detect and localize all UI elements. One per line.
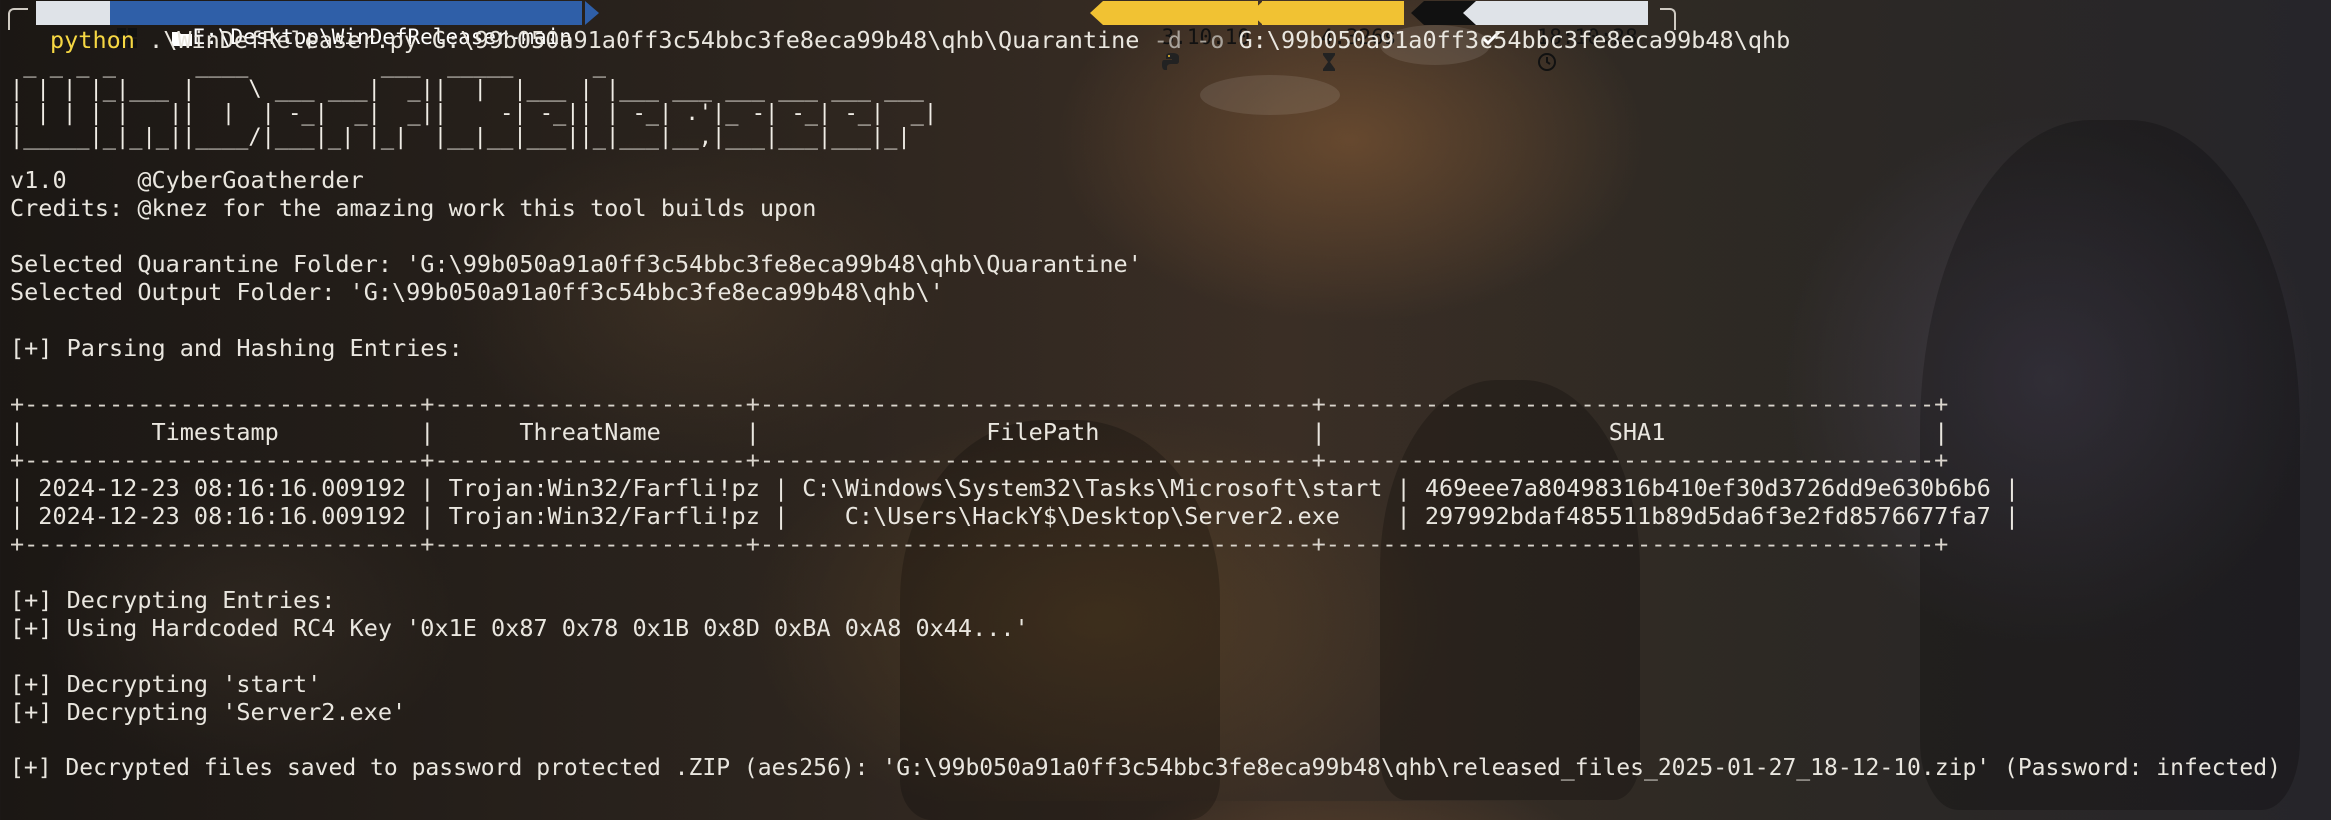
command-flag-o: -o xyxy=(1196,26,1225,54)
prompt-corner-left xyxy=(8,8,28,30)
table-border-mid: +----------------------------+----------… xyxy=(10,446,1949,474)
command-output-arg: G:\99b050a91a0ff3c54bbc3fe8eca99b48\qhb xyxy=(1238,26,1791,54)
saved-line: [+] Decrypted files saved to password pr… xyxy=(10,755,2281,781)
python-separator xyxy=(1090,1,1103,25)
table-row: | 2024-12-23 08:16:16.009192 | Trojan:Wi… xyxy=(10,502,2020,530)
decrypting-start-line: [+] Decrypting 'start' xyxy=(10,670,322,698)
prompt-bar: E:\Desktop\WinDefReleaser-main 3.10.10 4… xyxy=(0,0,2331,71)
table-row: | 2024-12-23 08:16:16.009192 | Trojan:Wi… xyxy=(10,474,2020,502)
command-flag-d: -d xyxy=(1153,26,1182,54)
parsing-line: [+] Parsing and Hashing Entries: xyxy=(10,334,463,362)
background-figure xyxy=(1920,120,2300,810)
time-segment: 18:10:28 xyxy=(1476,1,1648,71)
os-segment xyxy=(36,1,137,48)
path-segment: E:\Desktop\WinDefReleaser-main xyxy=(110,1,582,49)
banner-line-4: |_____|_|_|_||____/|___|_| |_| |__|__|__… xyxy=(10,125,911,150)
path-separator xyxy=(585,1,599,25)
command-quarantine-arg: G:\99b050a91a0ff3c54bbc3fe8eca99b48\qhb\… xyxy=(432,26,1140,54)
credits-line: Credits: @knez for the amazing work this… xyxy=(10,194,817,222)
status-separator xyxy=(1411,1,1424,25)
decrypting-server-line: [+] Decrypting 'Server2.exe' xyxy=(10,698,407,726)
table-header-row: | Timestamp | ThreatName | FilePath | SH… xyxy=(10,418,1949,446)
python-segment: 3.10.10 xyxy=(1103,1,1259,70)
version-line: v1.0 @CyberGoatherder xyxy=(10,166,364,194)
decrypting-entries-line: [+] Decrypting Entries: xyxy=(10,586,336,614)
python-icon xyxy=(1161,53,1179,70)
table-border-top: +----------------------------+----------… xyxy=(10,390,1949,418)
command-script: .\WinDefReleaser.py xyxy=(149,26,418,54)
duration-segment: 4.326s xyxy=(1262,1,1405,71)
hourglass-icon xyxy=(1322,53,1335,71)
author: @CyberGoatherder xyxy=(137,166,364,194)
rc4-key-line: [+] Using Hardcoded RC4 Key '0x1E 0x87 0… xyxy=(10,614,1029,642)
version: v1.0 xyxy=(10,166,67,194)
clock-icon xyxy=(1537,53,1556,71)
command-program: python xyxy=(50,26,135,54)
command-line[interactable]: python .\WinDefReleaser.py G:\99b050a91a… xyxy=(50,26,1790,54)
selected-quarantine-line: Selected Quarantine Folder: 'G:\99b050a9… xyxy=(10,250,1142,278)
time-separator xyxy=(1463,1,1476,25)
selected-output-line: Selected Output Folder: 'G:\99b050a91a0f… xyxy=(10,278,944,306)
table-border-bottom: +----------------------------+----------… xyxy=(10,530,1949,558)
